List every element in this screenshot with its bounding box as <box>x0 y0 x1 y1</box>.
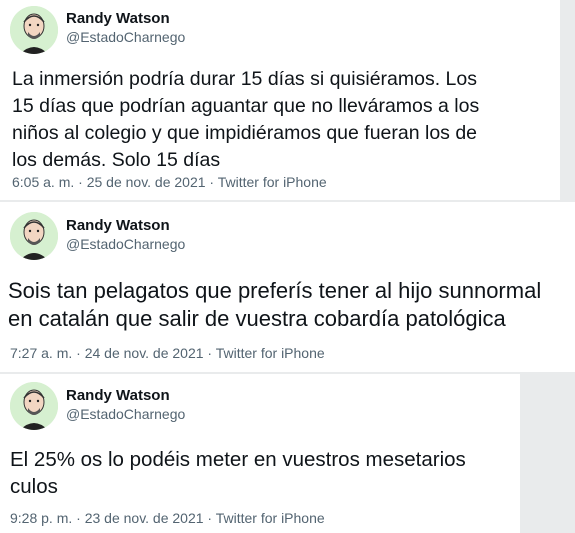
cartoon-man-avatar-icon <box>10 6 58 54</box>
tweet-card: Randy Watson @EstadoCharnego El 25% os l… <box>0 374 520 533</box>
avatar-icon[interactable] <box>10 6 58 54</box>
author-handle[interactable]: @EstadoCharnego <box>66 406 185 422</box>
tweet-text: El 25% os lo podéis meter en vuestros me… <box>10 448 466 498</box>
tweet-timestamp[interactable]: 6:05 a. m. · 25 de nov. de 2021 · Twitte… <box>12 174 327 190</box>
tweet-timestamp[interactable]: 7:27 a. m. · 24 de nov. de 2021 · Twitte… <box>10 345 325 361</box>
author-handle[interactable]: @EstadoCharnego <box>66 236 185 252</box>
tweet-text: La inmersión podría durar 15 días si qui… <box>12 68 480 171</box>
avatar-icon[interactable] <box>10 382 58 430</box>
tweet-card: Randy Watson @EstadoCharnego La inmersió… <box>0 0 560 200</box>
author-name[interactable]: Randy Watson <box>66 217 170 234</box>
author-name[interactable]: Randy Watson <box>66 10 170 27</box>
tweet-text: Sois tan pelagatos que preferís tener al… <box>8 278 542 331</box>
author-name[interactable]: Randy Watson <box>66 387 170 404</box>
author-handle[interactable]: @EstadoCharnego <box>66 29 185 45</box>
tweet-card: Randy Watson @EstadoCharnego Sois tan pe… <box>0 202 575 372</box>
cartoon-man-avatar-icon <box>10 212 58 260</box>
tweet-timestamp[interactable]: 9:28 p. m. · 23 de nov. de 2021 · Twitte… <box>10 510 325 526</box>
cartoon-man-avatar-icon <box>10 382 58 430</box>
avatar-icon[interactable] <box>10 212 58 260</box>
